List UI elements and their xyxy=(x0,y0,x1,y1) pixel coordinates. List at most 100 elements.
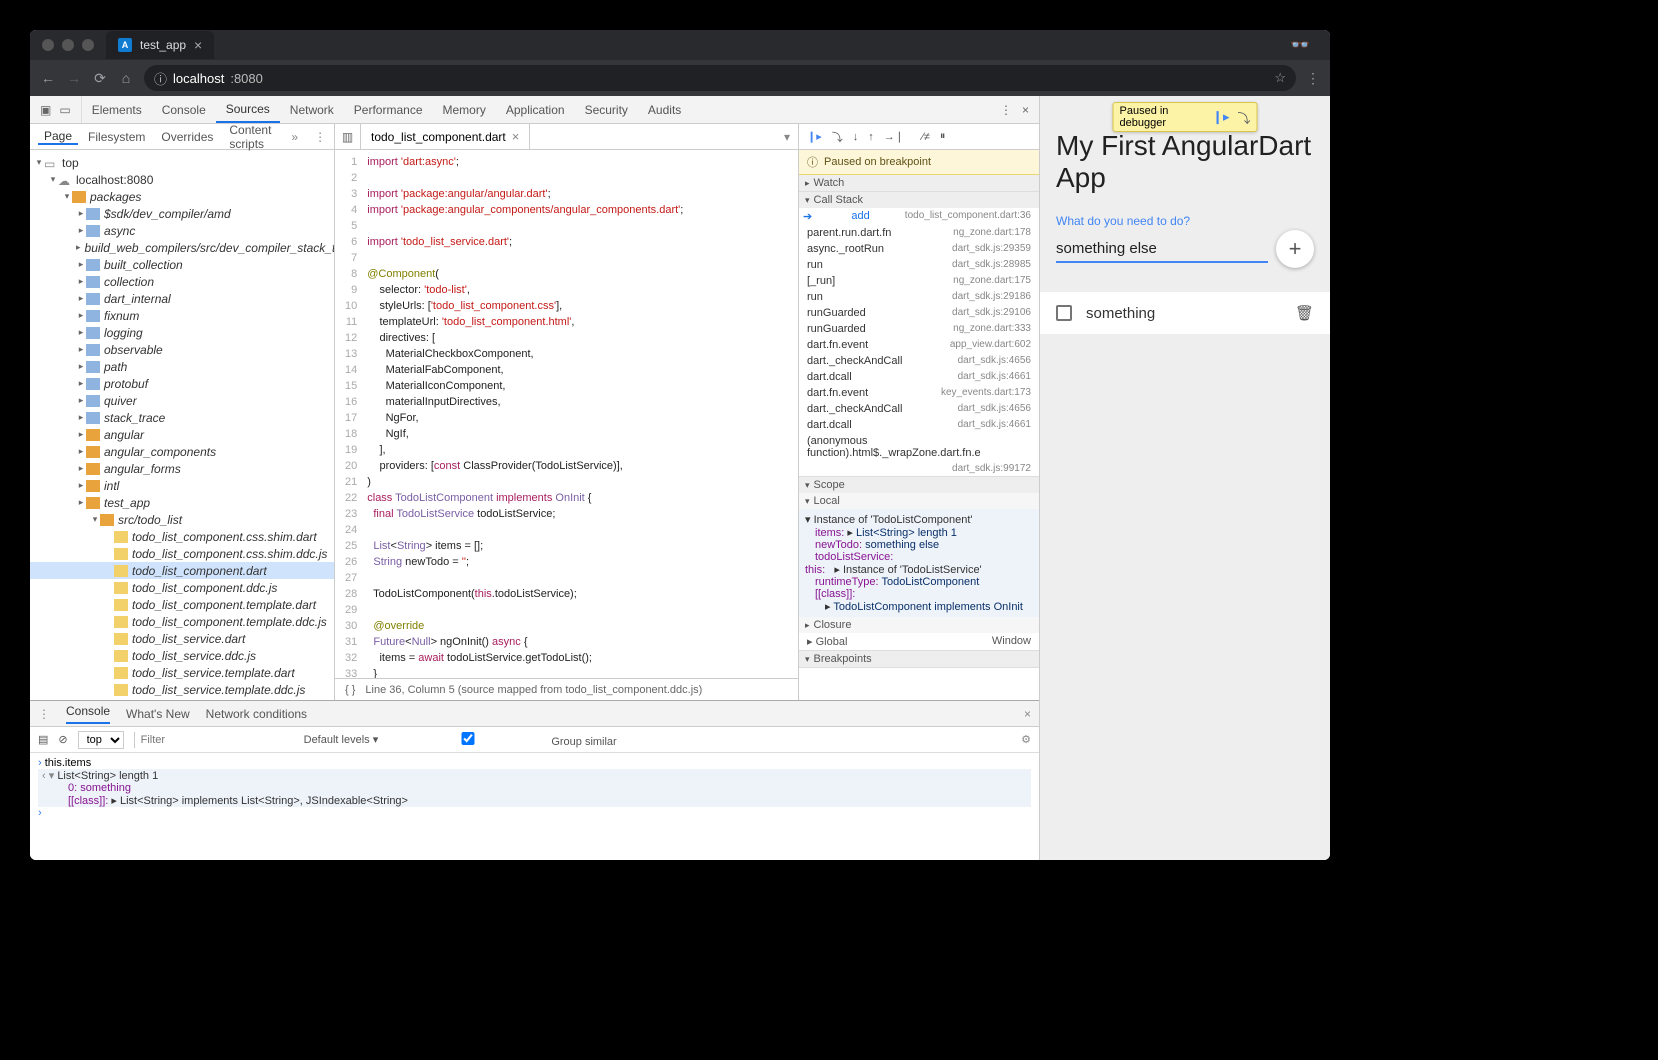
tab-elements[interactable]: Elements xyxy=(82,96,152,123)
console-settings-icon[interactable]: ⚙ xyxy=(1021,733,1031,746)
scope-section[interactable]: ▾Scope xyxy=(799,477,1039,493)
editor-nav-icon[interactable]: ▥ xyxy=(335,124,361,149)
breakpoints-section[interactable]: ▾Breakpoints xyxy=(799,651,1039,667)
tab-application[interactable]: Application xyxy=(496,96,575,123)
stack-frame[interactable]: addtodo_list_component.dart:36 xyxy=(799,208,1039,225)
tree-row[interactable]: ▾top xyxy=(30,154,334,171)
subtab-page[interactable]: Page xyxy=(38,129,78,145)
inspect-icon[interactable]: ▣ xyxy=(40,103,51,117)
subtab-menu-icon[interactable]: ⋮ xyxy=(308,130,332,144)
scope-global-row[interactable]: ▸ GlobalWindow xyxy=(799,633,1039,650)
stack-frame[interactable]: [_run]ng_zone.dart:175 xyxy=(799,273,1039,289)
window-controls[interactable] xyxy=(42,39,94,51)
stack-frame[interactable]: dart.fn.eventapp_view.dart:602 xyxy=(799,337,1039,353)
overlay-step-icon[interactable]: ⤵ xyxy=(1237,108,1250,127)
stack-frame[interactable]: dart._checkAndCalldart_sdk.js:4656 xyxy=(799,353,1039,369)
tree-row[interactable]: ▸angular_components xyxy=(30,443,334,460)
tree-row[interactable]: ▸collection xyxy=(30,273,334,290)
tree-row[interactable]: ▾packages xyxy=(30,188,334,205)
console-levels[interactable]: Default levels ▾ xyxy=(304,733,379,746)
stack-frame[interactable]: (anonymous function).html$._wrapZone.dar… xyxy=(799,433,1039,461)
browser-tab[interactable]: A test_app × xyxy=(106,31,214,59)
tree-row[interactable]: ▾src/todo_list xyxy=(30,511,334,528)
tree-row[interactable]: ▸$sdk/dev_compiler/amd xyxy=(30,205,334,222)
console-group-similar[interactable]: Group similar xyxy=(388,732,616,748)
console-clear-icon[interactable]: ⊘ xyxy=(58,733,67,746)
add-todo-button[interactable]: + xyxy=(1276,230,1314,268)
tree-row[interactable]: ▸logging xyxy=(30,324,334,341)
editor-file-close-icon[interactable]: × xyxy=(512,129,520,144)
pause-exceptions-button[interactable]: ⏸ xyxy=(940,130,946,143)
editor-more-icon[interactable]: ▾ xyxy=(776,130,798,144)
tree-row[interactable]: ▸angular xyxy=(30,426,334,443)
editor-file-tab[interactable]: todo_list_component.dart × xyxy=(361,124,530,149)
stack-frame[interactable]: dart._checkAndCalldart_sdk.js:4656 xyxy=(799,401,1039,417)
tab-security[interactable]: Security xyxy=(575,96,638,123)
tree-row[interactable]: ▸intl xyxy=(30,477,334,494)
step-over-button[interactable]: ⤵ xyxy=(832,129,843,145)
tree-row[interactable]: ▸angular_forms xyxy=(30,460,334,477)
console-output[interactable]: › this.items ‹ ▾ List<String> length 1 0… xyxy=(30,753,1039,860)
tree-row[interactable]: ▸quiver xyxy=(30,392,334,409)
subtab-overflow-icon[interactable]: » xyxy=(285,130,304,144)
console-menu-icon[interactable]: ⋮ xyxy=(38,707,50,721)
tab-console[interactable]: Console xyxy=(152,96,216,123)
tree-row[interactable]: ▸test_app xyxy=(30,494,334,511)
scope-closure-header[interactable]: ▸Closure xyxy=(799,617,1039,633)
subtab-content-scripts[interactable]: Content scripts xyxy=(223,123,277,151)
todo-checkbox[interactable] xyxy=(1056,305,1072,321)
info-icon[interactable]: ⓘ xyxy=(154,69,167,88)
tree-row[interactable]: todo_list_component.dart xyxy=(30,562,334,579)
tree-row[interactable]: todo_list_component.css.shim.dart xyxy=(30,528,334,545)
console-sidebar-icon[interactable]: ▤ xyxy=(38,733,48,746)
scope-local-header[interactable]: ▾Local xyxy=(799,493,1039,509)
stack-frame[interactable]: rundart_sdk.js:29186 xyxy=(799,289,1039,305)
new-todo-input[interactable] xyxy=(1056,236,1268,263)
tree-row[interactable]: ▸dart_internal xyxy=(30,290,334,307)
tree-row[interactable]: todo_list_component.template.dart xyxy=(30,596,334,613)
device-toggle-icon[interactable]: ▭ xyxy=(59,103,70,117)
console-tab-whatsnew[interactable]: What's New xyxy=(126,707,190,721)
tree-row[interactable]: ▸async xyxy=(30,222,334,239)
tab-network[interactable]: Network xyxy=(280,96,344,123)
tree-row[interactable]: todo_list_service.template.dart xyxy=(30,664,334,681)
console-context-select[interactable]: top xyxy=(78,731,124,749)
step-button[interactable]: →❘ xyxy=(884,130,904,143)
tree-row[interactable]: todo_list_service.dart xyxy=(30,630,334,647)
reload-button[interactable]: ⟳ xyxy=(92,70,108,87)
stack-frame[interactable]: dart.fn.eventkey_events.dart:173 xyxy=(799,385,1039,401)
code-editor[interactable]: 1234567891011121314151617181920212223242… xyxy=(335,150,798,678)
console-tab-network[interactable]: Network conditions xyxy=(206,707,307,721)
home-button[interactable]: ⌂ xyxy=(118,70,134,86)
stack-frame[interactable]: dart_sdk.js:99172 xyxy=(799,461,1039,476)
file-tree[interactable]: ▾top▾localhost:8080▾packages▸$sdk/dev_co… xyxy=(30,150,335,700)
deactivate-breakpoints-button[interactable]: ⁄≠ xyxy=(922,131,930,143)
tree-row[interactable]: ▸built_collection xyxy=(30,256,334,273)
tree-row[interactable]: todo_list_component.css.shim.ddc.js xyxy=(30,545,334,562)
subtab-overrides[interactable]: Overrides xyxy=(155,130,219,144)
devtools-menu-icon[interactable]: ⋮ xyxy=(1000,103,1012,117)
tree-row[interactable]: todo_list_service.template.ddc.js xyxy=(30,681,334,698)
callstack-section[interactable]: ▾Call Stack xyxy=(799,192,1039,208)
step-into-button[interactable]: ↓ xyxy=(853,131,859,143)
tree-row[interactable]: ▸build_web_compilers/src/dev_compiler_st… xyxy=(30,239,334,256)
tree-row[interactable]: ▸protobuf xyxy=(30,375,334,392)
console-tab-console[interactable]: Console xyxy=(66,704,110,724)
tab-performance[interactable]: Performance xyxy=(344,96,433,123)
step-out-button[interactable]: ↑ xyxy=(868,131,874,143)
stack-frame[interactable]: parent.run.dart.fnng_zone.dart:178 xyxy=(799,225,1039,241)
tree-row[interactable]: ▸fixnum xyxy=(30,307,334,324)
overlay-resume-icon[interactable]: ❙▸ xyxy=(1212,109,1229,125)
stack-frame[interactable]: rundart_sdk.js:28985 xyxy=(799,257,1039,273)
tree-row[interactable]: todo_list_component.ddc.js xyxy=(30,579,334,596)
tab-audits[interactable]: Audits xyxy=(638,96,691,123)
tree-row[interactable]: ▸stack_trace xyxy=(30,409,334,426)
tab-close-icon[interactable]: × xyxy=(194,37,202,53)
tab-sources[interactable]: Sources xyxy=(216,96,280,123)
pretty-print-icon[interactable]: { } xyxy=(345,684,355,696)
console-close-icon[interactable]: × xyxy=(1024,707,1031,721)
forward-button[interactable]: → xyxy=(66,70,82,86)
stack-frame[interactable]: dart.dcalldart_sdk.js:4661 xyxy=(799,417,1039,433)
stack-frame[interactable]: dart.dcalldart_sdk.js:4661 xyxy=(799,369,1039,385)
stack-frame[interactable]: runGuardedng_zone.dart:333 xyxy=(799,321,1039,337)
